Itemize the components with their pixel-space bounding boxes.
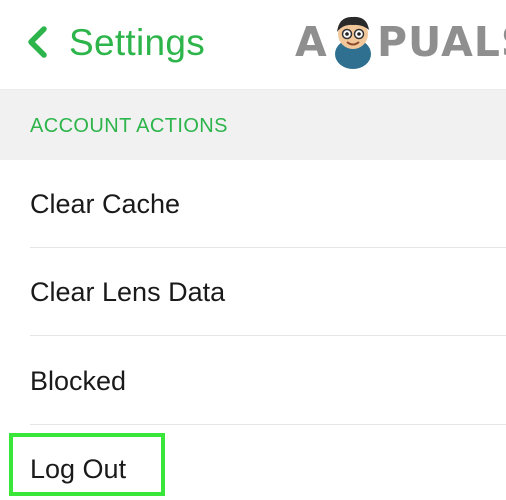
chevron-left-icon [28, 26, 47, 58]
page-title: Settings [69, 22, 206, 63]
blocked-item[interactable]: Blocked [0, 337, 506, 425]
clear-lens-data-item[interactable]: Clear Lens Data [0, 248, 506, 336]
clear-lens-data-label: Clear Lens Data [30, 277, 226, 307]
divider [30, 335, 506, 336]
watermark-logo: A PUALS [295, 12, 506, 72]
section-header: ACCOUNT ACTIONS [0, 90, 506, 160]
log-out-label: Log Out [30, 454, 127, 484]
log-out-item[interactable]: Log Out [0, 425, 506, 500]
header-bar: Settings A PUALS [0, 0, 506, 90]
clear-cache-item[interactable]: Clear Cache [0, 160, 506, 248]
watermark-text-end: PUALS [377, 18, 506, 66]
blocked-label: Blocked [30, 366, 127, 396]
back-button[interactable] [22, 24, 56, 60]
mascot-icon [335, 16, 371, 69]
watermark-text-start: A [295, 18, 328, 66]
section-label: ACCOUNT ACTIONS [30, 115, 228, 137]
clear-cache-label: Clear Cache [30, 189, 181, 219]
